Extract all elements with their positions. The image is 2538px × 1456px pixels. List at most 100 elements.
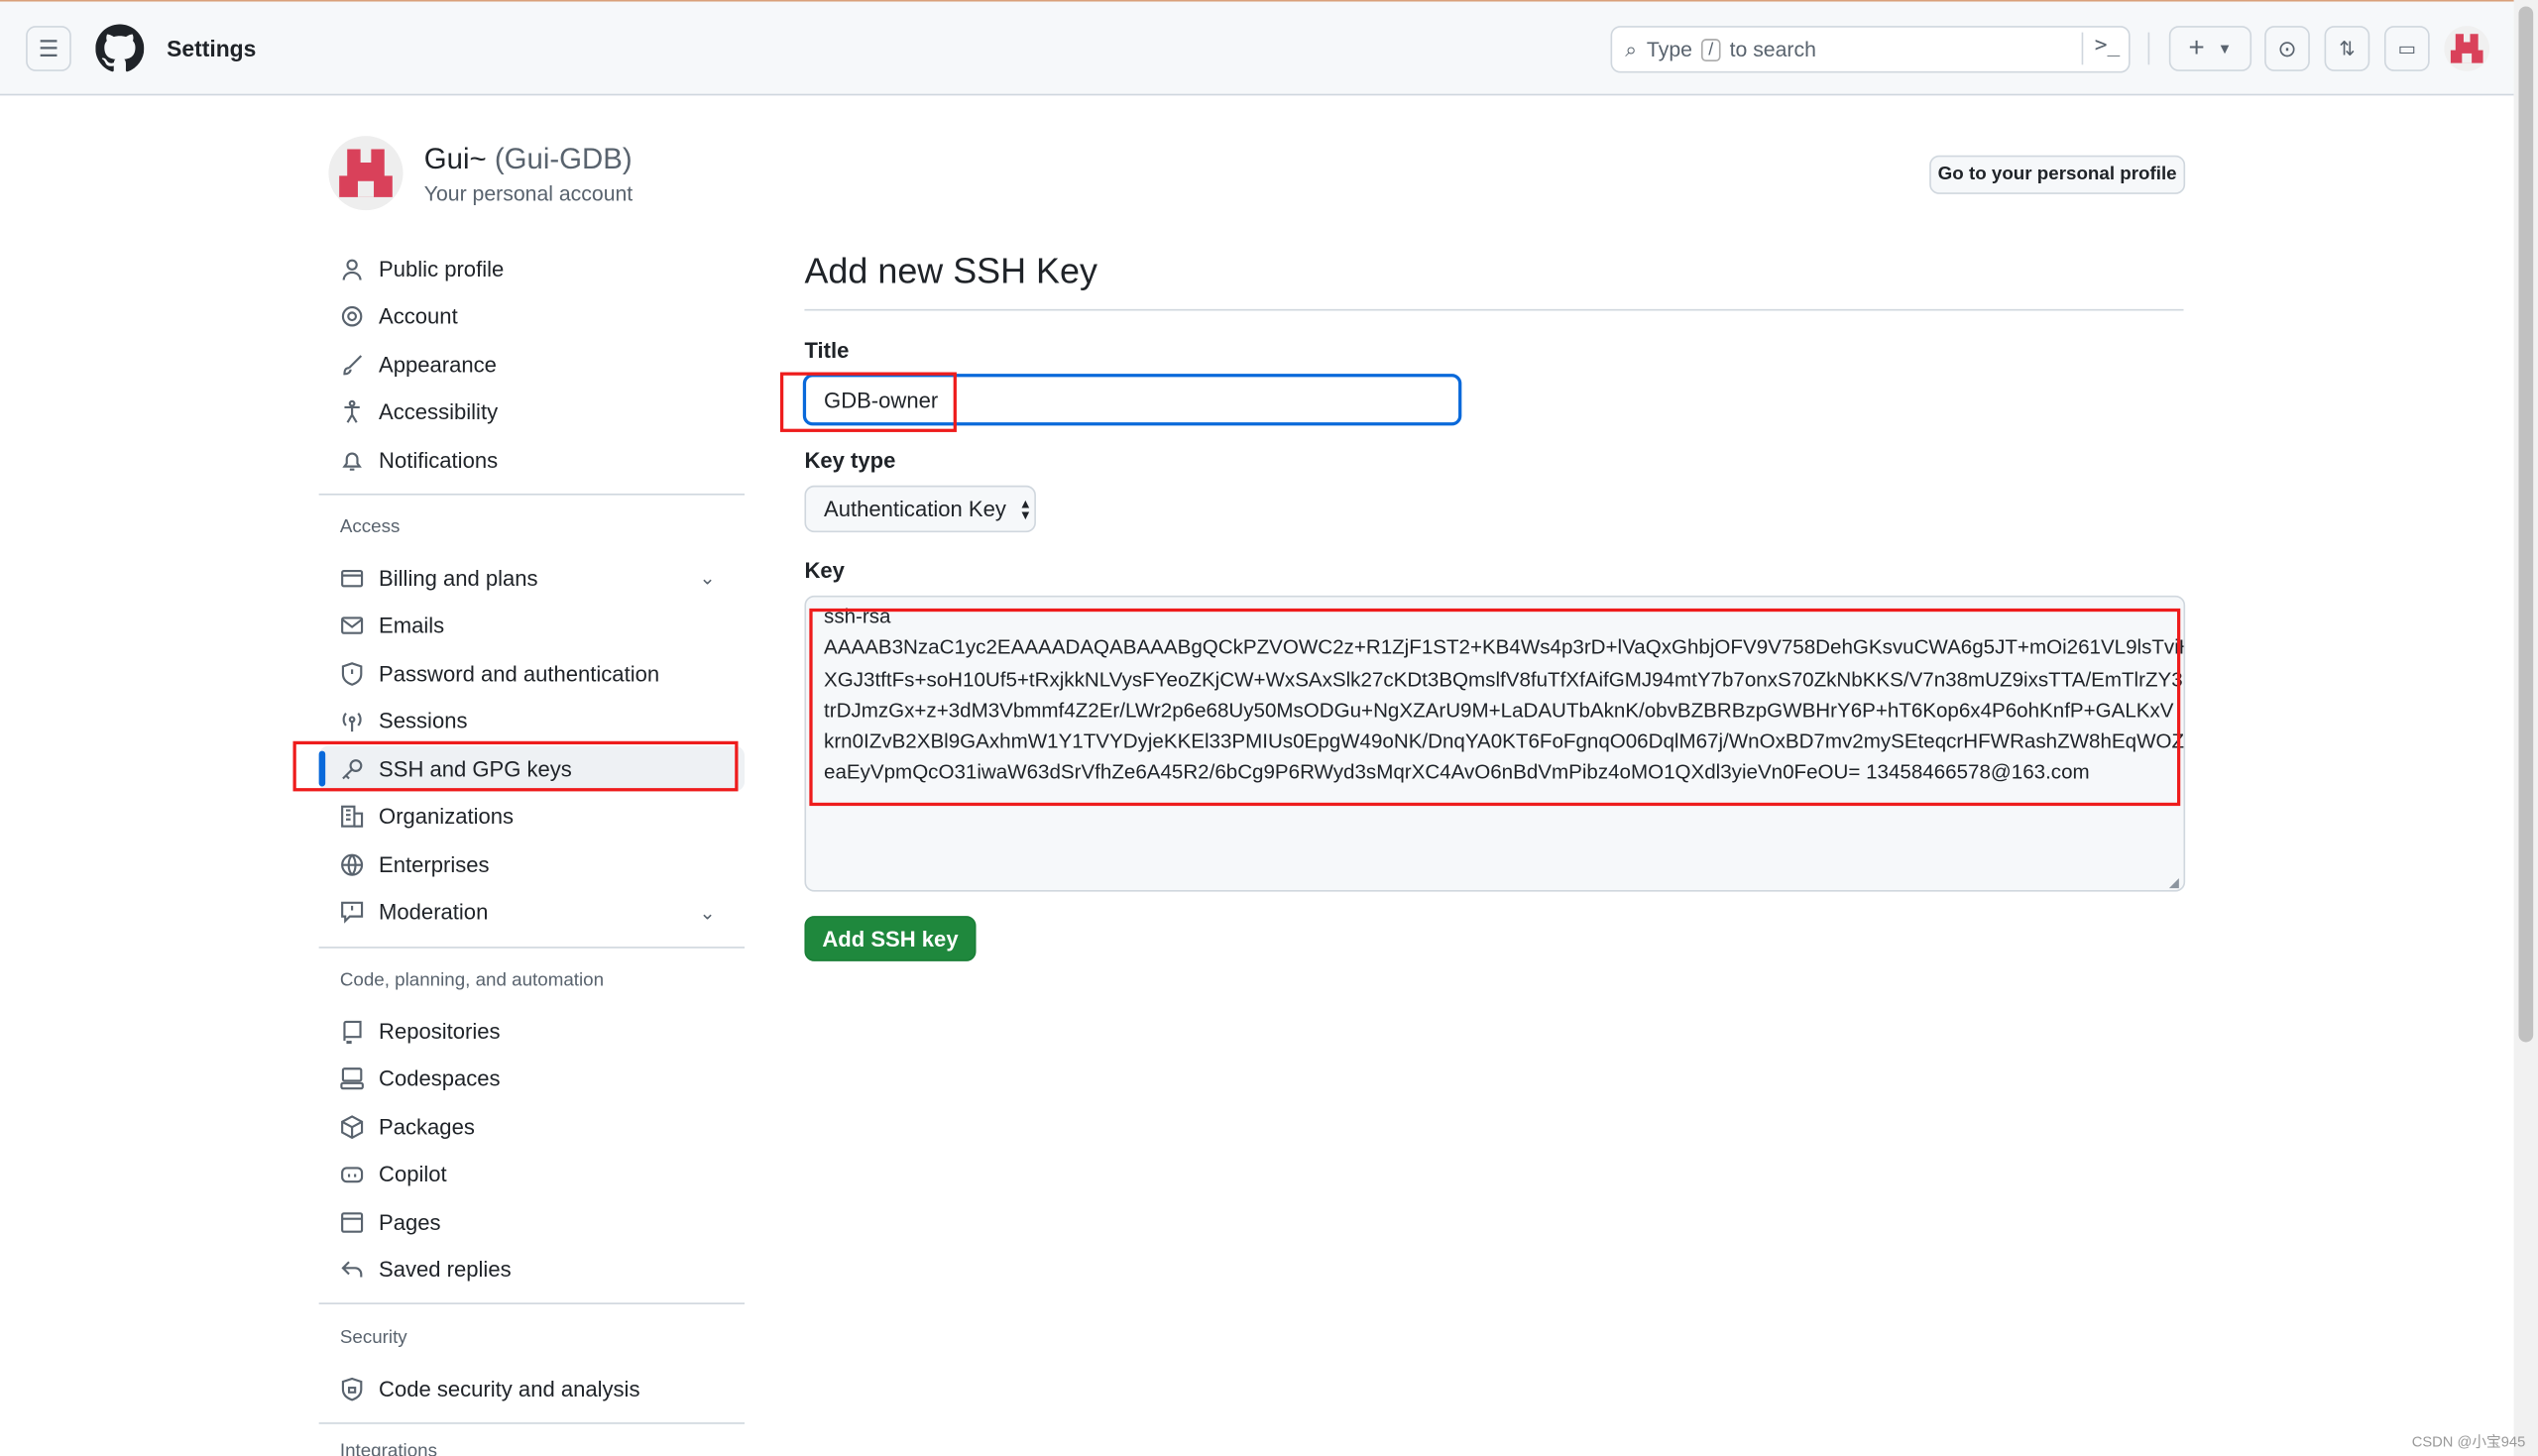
- gear-icon: [341, 305, 363, 327]
- sidebar-item-label: Enterprises: [379, 851, 490, 877]
- header-title: Settings: [167, 35, 257, 62]
- sidebar-item-pages[interactable]: Pages: [319, 1199, 745, 1245]
- package-icon: [341, 1114, 364, 1139]
- sidebar-item-label: Code security and analysis: [379, 1376, 640, 1401]
- profile-avatar: [328, 136, 404, 211]
- sidebar-item-label: Codespaces: [379, 1065, 501, 1091]
- sidebar-item-repositories[interactable]: Repositories: [319, 1008, 745, 1054]
- search-placeholder: Type: [1646, 37, 1692, 62]
- broadcast-icon: [342, 713, 362, 732]
- sidebar-item-billing-and-plans[interactable]: Billing and plans ⌄: [319, 555, 745, 601]
- highlight-box-sidebar: [292, 740, 739, 792]
- sidebar-item-label: Pages: [379, 1209, 441, 1234]
- search-icon: ⌕: [1625, 36, 1638, 61]
- copilot-icon: [341, 1167, 364, 1183]
- inbox-button[interactable]: ▭: [2383, 26, 2430, 71]
- resize-handle-icon[interactable]: ◢: [2169, 875, 2179, 890]
- person-icon: [342, 258, 362, 280]
- pull-requests-button[interactable]: ⇅: [2324, 26, 2370, 71]
- codespaces-icon: [340, 1067, 364, 1090]
- group-heading-code: Code, planning, and automation: [339, 970, 605, 991]
- git-pull-request-icon: ⇅: [2339, 37, 2356, 60]
- sidebar-item-label: Packages: [379, 1114, 475, 1139]
- plus-icon: +: [2188, 32, 2205, 63]
- sidebar-item-enterprises[interactable]: Enterprises: [319, 841, 745, 887]
- sidebar-item-public-profile[interactable]: Public profile: [319, 246, 745, 291]
- sidebar-item-appearance[interactable]: Appearance: [319, 341, 745, 387]
- group-heading-access: Access: [339, 517, 401, 538]
- sidebar-item-label: Public profile: [379, 256, 505, 281]
- sidebar-divider: [318, 1302, 746, 1304]
- sidebar-item-sessions[interactable]: Sessions: [319, 699, 745, 744]
- credit-card-icon: [341, 569, 364, 587]
- page: ☰ Settings ⌕ Type / to search >_ + ▼ ⊙ ⇅ ▭ …: [0, 0, 2538, 1456]
- hamburger-icon: ☰: [38, 35, 59, 61]
- command-palette-icon[interactable]: >_: [2095, 34, 2121, 57]
- repo-icon: [343, 1020, 362, 1044]
- sidebar-item-label: Appearance: [379, 352, 497, 377]
- sidebar-divider: [318, 947, 746, 949]
- key-type-value: Authentication Key: [824, 497, 1006, 521]
- page-heading: Add new SSH Key: [804, 251, 1097, 291]
- key-type-label: Key type: [804, 448, 896, 473]
- profile-name: Gui~ (Gui-GDB): [424, 143, 633, 176]
- search-placeholder-suffix: to search: [1729, 37, 1816, 62]
- github-logo-icon[interactable]: [95, 24, 145, 72]
- group-heading-security: Security: [339, 1328, 407, 1349]
- browser-icon: [341, 1211, 364, 1232]
- sidebar-divider: [318, 1422, 746, 1424]
- accessibility-icon: [344, 399, 360, 423]
- sidebar-item-copilot[interactable]: Copilot: [319, 1152, 745, 1197]
- sidebar-item-code-security-and-analysis[interactable]: Code security and analysis: [319, 1366, 745, 1411]
- sidebar-item-packages[interactable]: Packages: [319, 1104, 745, 1150]
- sidebar-item-account[interactable]: Account: [319, 293, 745, 339]
- issue-opened-icon: ⊙: [2277, 35, 2297, 61]
- organization-icon: [341, 805, 364, 828]
- sidebar-item-label: Copilot: [379, 1162, 447, 1186]
- reply-icon: [341, 1261, 363, 1278]
- add-ssh-key-button[interactable]: Add SSH key: [804, 916, 977, 961]
- key-label: Key: [804, 558, 845, 583]
- sidebar-item-codespaces[interactable]: Codespaces: [319, 1056, 745, 1101]
- global-header: [0, 1, 2514, 96]
- caret-down-icon: ▼: [2217, 40, 2233, 57]
- sidebar-item-emails[interactable]: Emails: [319, 603, 745, 648]
- display-name: Gui~: [423, 142, 487, 175]
- sidebar-item-label: Emails: [379, 613, 445, 638]
- select-arrows-icon: ▲ ▼: [1018, 496, 1032, 522]
- create-new-button[interactable]: + ▼: [2168, 26, 2252, 71]
- sidebar-item-notifications[interactable]: Notifications: [319, 437, 745, 483]
- search-divider: [2081, 32, 2084, 65]
- sidebar-item-label: Accessibility: [379, 399, 499, 424]
- search-input[interactable]: ⌕ Type / to search: [1610, 26, 2131, 73]
- profile-subtitle: Your personal account: [423, 180, 634, 206]
- group-heading-integrations: Integrations: [339, 1441, 438, 1456]
- sidebar-item-password-and-authentication[interactable]: Password and authentication: [319, 650, 745, 696]
- menu-button[interactable]: ☰: [26, 26, 71, 71]
- search-shortcut: /: [1701, 38, 1720, 61]
- shield-lock-icon: [341, 1377, 363, 1400]
- report-icon: [341, 901, 364, 924]
- sidebar-item-label: Billing and plans: [379, 565, 538, 591]
- sidebar-item-label: Sessions: [379, 709, 468, 733]
- sidebar-item-accessibility[interactable]: Accessibility: [319, 390, 745, 435]
- sidebar-item-organizations[interactable]: Organizations: [319, 794, 745, 840]
- sidebar-item-moderation[interactable]: Moderation ⌄: [319, 889, 745, 935]
- highlight-box-title: [779, 372, 957, 432]
- sidebar-item-label: Account: [379, 303, 458, 329]
- shield-icon: [341, 661, 363, 686]
- sidebar-item-saved-replies[interactable]: Saved replies: [319, 1247, 745, 1292]
- sidebar-item-label: Password and authentication: [379, 660, 660, 686]
- scrollbar-thumb[interactable]: [2518, 6, 2534, 1043]
- issues-button[interactable]: ⊙: [2264, 26, 2310, 71]
- username: (Gui-GDB): [494, 142, 633, 175]
- paintbrush-icon: [343, 354, 363, 375]
- user-avatar[interactable]: [2444, 26, 2490, 71]
- title-label: Title: [804, 338, 850, 363]
- sidebar-divider: [318, 493, 746, 496]
- sidebar-item-label: Notifications: [379, 447, 499, 472]
- globe-icon: [341, 852, 364, 875]
- go-to-profile-button[interactable]: Go to your personal profile: [1929, 155, 2186, 194]
- key-type-select[interactable]: Authentication Key ▲ ▼: [804, 485, 1036, 533]
- chevron-down-icon: ⌄: [699, 900, 716, 924]
